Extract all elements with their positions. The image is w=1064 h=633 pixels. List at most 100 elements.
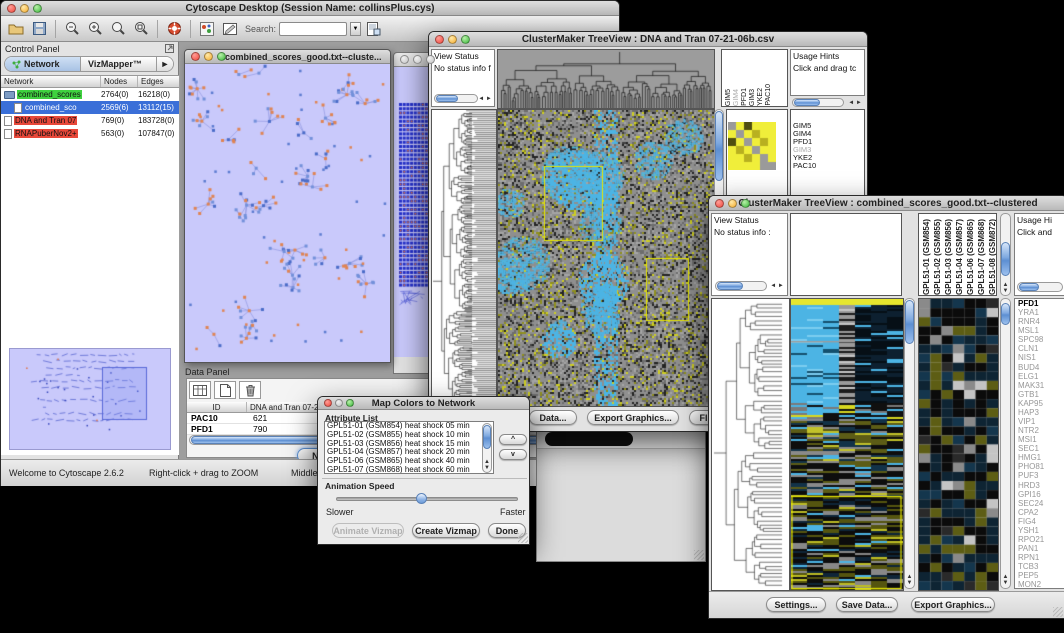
tv2-save-data-button[interactable]: Save Data... <box>836 597 898 612</box>
tv1-row-dendrogram[interactable] <box>431 109 497 407</box>
zoom-in-icon[interactable] <box>85 19 105 38</box>
attribute-select-icon[interactable] <box>189 381 211 399</box>
gene-label[interactable]: PAN1 <box>1015 544 1064 553</box>
tv2-row-dendrogram[interactable] <box>711 298 790 591</box>
move-down-button[interactable]: v <box>499 449 527 460</box>
save-button[interactable] <box>29 19 49 38</box>
minimize-button[interactable] <box>413 55 422 64</box>
attribute-listbox[interactable]: GPL51-01 (GSM854) heat shock 05 minGPL51… <box>324 421 494 474</box>
tv2-settings-button[interactable]: Settings... <box>766 597 826 612</box>
gene-label[interactable]: MSL1 <box>1015 326 1064 335</box>
gene-label[interactable]: VIP1 <box>1015 417 1064 426</box>
help-lifesaver-icon[interactable] <box>164 19 184 38</box>
gene-label[interactable]: RPO21 <box>1015 535 1064 544</box>
move-up-button[interactable]: ^ <box>499 434 527 445</box>
zoom-button[interactable] <box>426 55 435 64</box>
gene-label[interactable]: SEC1 <box>1015 444 1064 453</box>
close-button[interactable] <box>7 4 16 13</box>
tv1-save-data-button[interactable]: Data... <box>529 410 577 425</box>
gene-label[interactable]: MON2 <box>1015 580 1064 589</box>
main-titlebar[interactable]: Cytoscape Desktop (Session Name: collins… <box>1 1 619 16</box>
tv2-detail-heatmap[interactable] <box>918 298 999 591</box>
close-button[interactable] <box>715 199 724 208</box>
gene-label[interactable]: PHO81 <box>1015 462 1064 471</box>
search-input[interactable] <box>279 22 347 36</box>
gene-label[interactable]: KAP95 <box>1015 399 1064 408</box>
scroll-arrows[interactable]: ◄ ► <box>478 96 492 102</box>
delete-attribute-trash-icon[interactable] <box>239 381 261 399</box>
zoom-button[interactable] <box>33 4 42 13</box>
window-controls[interactable] <box>7 4 42 13</box>
zoom-out-icon[interactable] <box>62 19 82 38</box>
zoom-button[interactable] <box>217 52 226 61</box>
resize-grip[interactable] <box>1053 607 1063 617</box>
treeview2-titlebar[interactable]: ClusterMaker TreeView : combined_scores_… <box>709 196 1064 211</box>
close-button[interactable] <box>435 35 444 44</box>
zoom-fit-icon[interactable] <box>131 19 151 38</box>
create-vizmap-button[interactable]: Create Vizmap <box>412 523 480 538</box>
open-file-button[interactable] <box>6 19 26 38</box>
zoom-button[interactable] <box>741 199 750 208</box>
gene-label[interactable]: GTB1 <box>1015 390 1064 399</box>
tv1-hints-hscrollbar[interactable] <box>792 98 844 107</box>
gene-label[interactable]: PUF3 <box>1015 471 1064 480</box>
gene-label[interactable]: CLN1 <box>1015 344 1064 353</box>
tv1-detail-matrix[interactable] <box>728 122 776 170</box>
vizmap-nodes-icon[interactable] <box>197 19 217 38</box>
attribute-list-vscrollbar[interactable]: ▲▼ <box>482 423 492 473</box>
gene-label[interactable]: BUD4 <box>1015 363 1064 372</box>
gene-label[interactable]: CPA2 <box>1015 508 1064 517</box>
tv2-heat-vscrollbar[interactable]: ▲▼ <box>904 298 915 589</box>
gene-label[interactable]: MSI1 <box>1015 435 1064 444</box>
gene-label[interactable]: NTR2 <box>1015 426 1064 435</box>
gene-label[interactable]: HMG1 <box>1015 453 1064 462</box>
gene-label[interactable]: PEP5 <box>1015 571 1064 580</box>
treeview1-titlebar[interactable]: ClusterMaker TreeView : DNA and Tran 07-… <box>429 32 867 47</box>
import-table-icon[interactable] <box>364 19 384 38</box>
close-button[interactable] <box>400 55 409 64</box>
resize-grip[interactable] <box>694 550 704 560</box>
annotation-icon[interactable] <box>220 19 240 38</box>
gene-label[interactable]: PAC10 <box>793 162 864 170</box>
gene-label[interactable]: RPN1 <box>1015 553 1064 562</box>
network-table-header[interactable]: Network Nodes Edges <box>1 76 179 88</box>
gene-label[interactable]: SPC98 <box>1015 335 1064 344</box>
gene-label[interactable]: GPI16 <box>1015 490 1064 499</box>
zoom-button[interactable] <box>346 399 354 407</box>
minimize-button[interactable] <box>335 399 343 407</box>
tv1-heatmap[interactable] <box>497 109 715 407</box>
gene-label[interactable]: YSH1 <box>1015 526 1064 535</box>
tv1-status-hscrollbar[interactable] <box>434 94 478 103</box>
gene-label[interactable]: ELG1 <box>1015 372 1064 381</box>
gene-label[interactable]: YRA1 <box>1015 308 1064 317</box>
network-tree-row[interactable]: RNAPuberNov2+563(0)107847(0) <box>1 127 179 140</box>
attribute-list-item[interactable]: GPL51-07 (GSM868) heat shock 60 min <box>325 466 493 474</box>
tab-vizmapper[interactable]: VizMapper™ <box>81 57 157 71</box>
network-tree-row[interactable]: DNA and Tran 07769(0)183728(0) <box>1 114 179 127</box>
tv2-heatmap[interactable] <box>790 298 904 591</box>
float-panel-icon[interactable] <box>165 40 174 58</box>
tv2-labels-vscrollbar[interactable]: ▲▼ <box>1000 213 1011 296</box>
network-tree-row[interactable]: combined_sco2569(6)13112(15) <box>1 101 179 114</box>
gene-label[interactable]: SEC24 <box>1015 499 1064 508</box>
animate-vizmap-button[interactable]: Animate Vizmap <box>332 523 404 538</box>
close-button[interactable] <box>324 399 332 407</box>
gene-label[interactable]: HRD3 <box>1015 481 1064 490</box>
tv2-hints-hscrollbar[interactable] <box>1017 282 1063 292</box>
tv1-column-dendrogram[interactable] <box>497 49 715 109</box>
tab-network[interactable]: Network <box>5 57 81 71</box>
animation-speed-slider-thumb[interactable] <box>416 493 427 504</box>
resize-grip[interactable] <box>518 533 528 543</box>
minimize-button[interactable] <box>448 35 457 44</box>
gene-label[interactable]: RNR4 <box>1015 317 1064 326</box>
network-canvas[interactable] <box>185 64 390 362</box>
gene-label[interactable]: PFD1 <box>1015 299 1064 308</box>
new-attribute-icon[interactable] <box>214 381 236 399</box>
minimize-button[interactable] <box>728 199 737 208</box>
dialog-titlebar[interactable]: Map Colors to Network <box>318 397 529 410</box>
minimize-button[interactable] <box>20 4 29 13</box>
gene-label[interactable]: NIS1 <box>1015 353 1064 362</box>
gene-label[interactable]: FIG4 <box>1015 517 1064 526</box>
network-tree-row[interactable]: combined_scores2764(0)16218(0) <box>1 88 179 101</box>
tv2-status-hscrollbar[interactable] <box>715 281 767 291</box>
